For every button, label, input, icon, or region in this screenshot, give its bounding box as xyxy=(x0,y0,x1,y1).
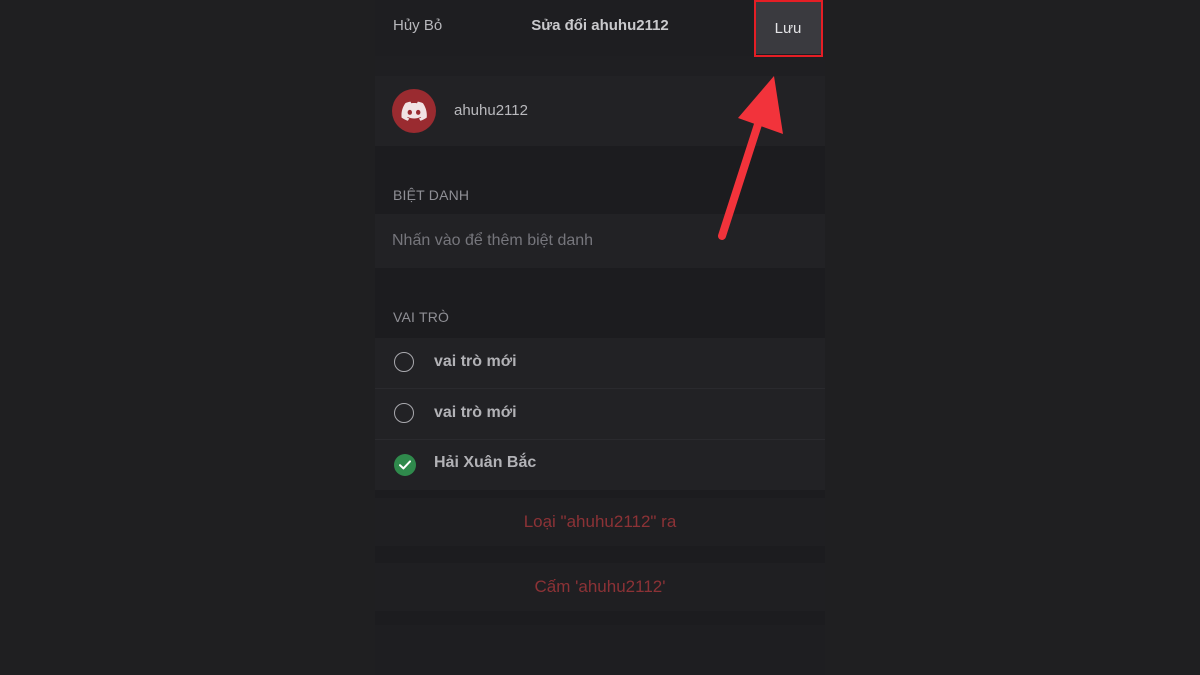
section-divider xyxy=(375,56,825,76)
kick-member-button[interactable]: Loại "ahuhu2112" ra xyxy=(375,498,825,546)
unchecked-radio-icon[interactable] xyxy=(394,352,414,372)
role-label: vai trò mới xyxy=(434,353,517,370)
roles-section-label: VAI TRÒ xyxy=(393,309,450,325)
avatar xyxy=(392,89,436,133)
role-label: vai trò mới xyxy=(434,404,517,421)
nickname-input[interactable]: Nhấn vào để thêm biệt danh xyxy=(375,214,825,268)
member-row: ahuhu2112 xyxy=(375,76,825,146)
unchecked-radio-icon[interactable] xyxy=(394,403,414,423)
role-item[interactable]: Hải Xuân Bắc xyxy=(375,439,825,489)
discord-logo-icon xyxy=(401,101,427,121)
nickname-placeholder: Nhấn vào để thêm biệt danh xyxy=(392,232,594,249)
role-label: Hải Xuân Bắc xyxy=(434,454,537,471)
edit-member-screen: Hủy Bỏ Sửa đổi ahuhu2112 Lưu ahuhu2112 B… xyxy=(375,0,825,675)
checkmark-icon[interactable] xyxy=(394,454,416,476)
member-username: ahuhu2112 xyxy=(454,102,528,119)
role-item[interactable]: vai trò mới xyxy=(375,389,825,440)
nickname-section-label: BIỆT DANH xyxy=(393,187,470,203)
header-bar: Hủy Bỏ Sửa đổi ahuhu2112 Lưu xyxy=(375,0,825,56)
roles-list: vai trò mới vai trò mới Hải Xuân Bắc xyxy=(375,338,825,490)
save-button[interactable]: Lưu xyxy=(755,2,821,54)
bottom-area xyxy=(375,625,825,675)
ban-member-button[interactable]: Cấm 'ahuhu2112' xyxy=(375,563,825,611)
role-item[interactable]: vai trò mới xyxy=(375,338,825,389)
